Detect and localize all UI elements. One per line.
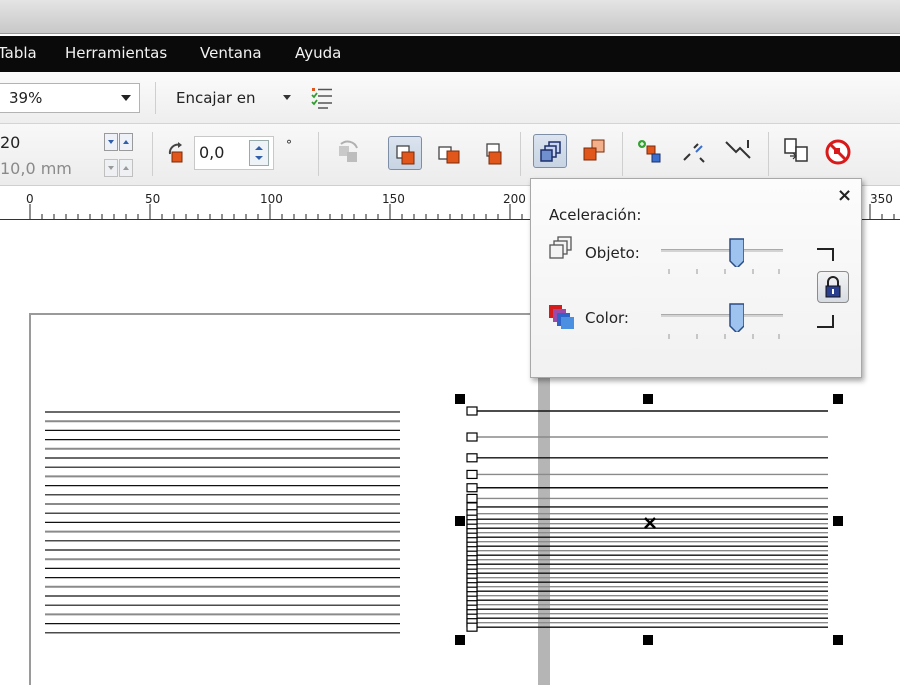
color-label: Color: [585,309,629,327]
counterclockwise-blend-button[interactable] [476,136,510,170]
menu-herramientas[interactable]: Herramientas [65,44,167,62]
color-slider-ticks [668,334,780,339]
toolbar-separator [622,132,623,176]
snap-to-button[interactable]: Encajar en [176,89,255,107]
loop-blend-icon[interactable] [335,138,363,168]
copy-blend-properties-icon[interactable] [782,136,812,166]
color-acceleration-track[interactable] [661,314,783,317]
spin-down-button[interactable] [104,159,118,177]
acceleration-popup: × Aceleración: Objeto: Color: [530,178,862,378]
spin-up-button[interactable] [119,159,133,177]
blend-node[interactable] [466,483,478,493]
clockwise-blend-button[interactable] [432,136,466,170]
object-label: Objeto: [585,244,640,262]
color-acceleration-slider[interactable] [728,302,744,332]
toolbar-separator [318,132,319,176]
blend-node[interactable] [466,493,478,504]
size-acceleration-icon[interactable] [580,138,608,166]
blend-node[interactable] [466,406,478,416]
blend-node[interactable] [466,453,478,463]
direct-blend-icon [396,145,415,165]
selection-handle[interactable] [455,394,465,404]
menu-tabla[interactable]: Tabla [0,44,37,62]
selection-handle[interactable] [455,635,465,645]
color-acceleration-icon [549,305,574,329]
ruler-label: 150 [382,192,405,206]
angle-unit: ° [286,138,292,152]
acceleration-icon [540,141,561,162]
menu-bar: Tabla Herramientas Ventana Ayuda [0,36,900,72]
blend-properties-icon[interactable] [636,138,666,168]
toolbar-separator [768,132,769,176]
ruler-label: 350 [870,192,893,206]
chevron-down-icon[interactable] [283,95,291,100]
selection-handle[interactable] [833,635,843,645]
toolbar-separator [520,132,521,176]
spin-up-button[interactable] [119,133,133,151]
blend-direction-angle-input[interactable]: 0,0 [194,136,274,170]
direct-blend-button[interactable] [388,136,422,170]
ruler-label: 50 [145,192,161,206]
blend-node[interactable] [466,622,478,632]
toolbar-separator [152,132,153,176]
selection-handle[interactable] [455,516,465,526]
object-acceleration-slider[interactable] [728,237,744,267]
line-group-left[interactable] [45,411,400,634]
property-bar: 39% Encajar en [0,72,900,124]
close-icon[interactable]: × [837,185,852,206]
selection-handle[interactable] [833,516,843,526]
clear-blend-icon[interactable] [824,138,854,168]
blend-spacing-field[interactable]: 10,0 mm [0,159,72,178]
selection-handle[interactable] [643,394,653,404]
blend-property-bar: 20 10,0 mm 0,0 ° [0,124,900,186]
menu-ventana[interactable]: Ventana [200,44,262,62]
zoom-level-dropdown[interactable]: 39% [0,83,140,113]
ruler-label: 200 [503,192,526,206]
menu-ayuda[interactable]: Ayuda [295,44,341,62]
popup-title: Aceleración: [549,206,642,224]
object-acceleration-icon [549,236,572,259]
blend-node[interactable] [466,469,478,480]
blend-steps-field[interactable]: 20 [0,133,20,152]
object-slider-ticks [668,269,780,274]
path-properties-icon[interactable] [722,138,756,168]
selection-handle[interactable] [643,635,653,645]
spin-down-button[interactable] [104,133,118,151]
ruler-label: 100 [260,192,283,206]
chevron-down-icon [121,95,131,101]
blend-direction-icon [168,142,183,163]
snap-options-icon[interactable] [310,85,334,111]
object-acceleration-track[interactable] [661,249,783,252]
clockwise-blend-icon [438,146,460,164]
selection-handle[interactable] [833,394,843,404]
blend-nodes[interactable] [466,406,478,632]
blend-node[interactable] [466,432,478,442]
ruler-label: 0 [26,192,34,206]
blend-group-right[interactable] [472,410,828,628]
angle-value: 0,0 [199,143,225,162]
toolbar-separator [155,82,156,114]
start-end-properties-icon[interactable] [680,138,710,168]
link-accelerations-button[interactable] [817,271,849,303]
page-border [29,313,560,685]
angle-spinner[interactable] [249,140,269,166]
counterclockwise-blend-icon [486,143,502,165]
zoom-level-value: 39% [9,89,43,107]
window-titlebar [0,0,900,34]
lock-icon [825,276,841,298]
object-color-acceleration-button[interactable] [533,134,567,168]
